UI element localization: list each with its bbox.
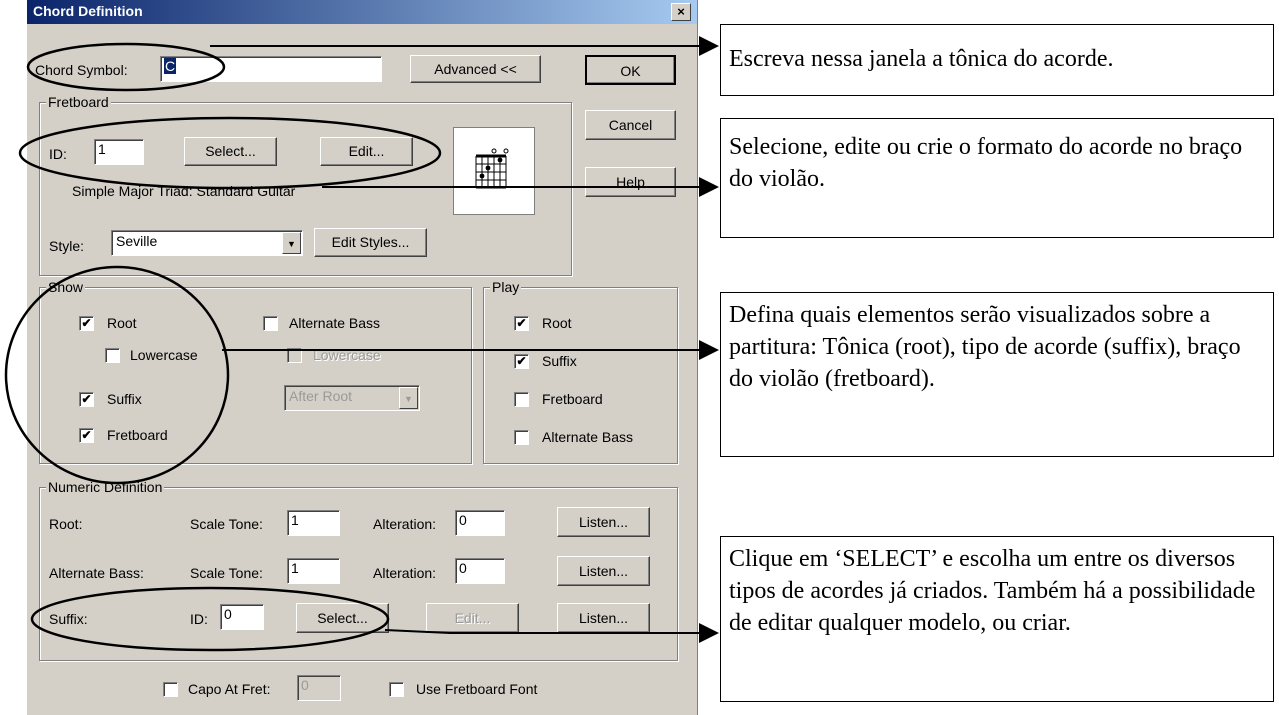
- annotation-overlay: [4, 36, 719, 652]
- highlight-ellipse-suffix: [30, 586, 390, 652]
- callout-arrow-4: [384, 623, 719, 643]
- highlight-ellipse-fretboard: [18, 116, 442, 190]
- highlight-ellipse-show: [4, 265, 230, 485]
- highlight-ellipse-chord-symbol: [26, 42, 226, 92]
